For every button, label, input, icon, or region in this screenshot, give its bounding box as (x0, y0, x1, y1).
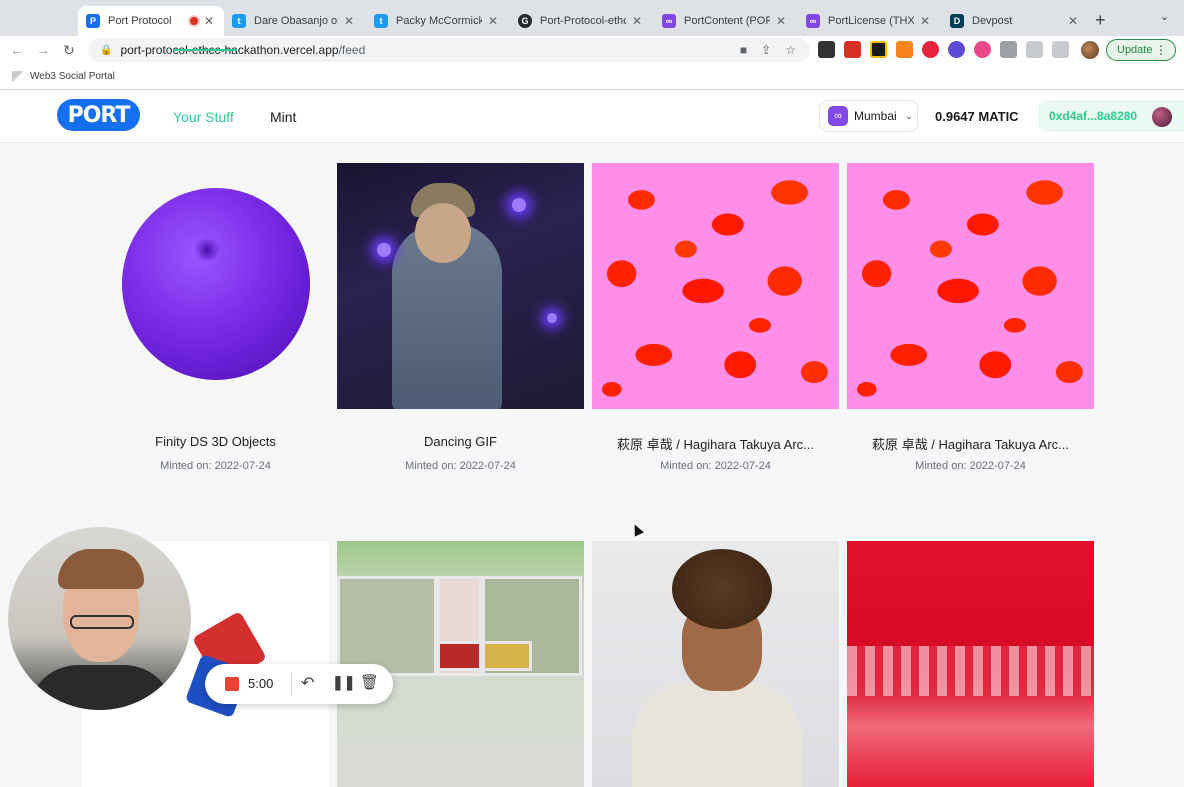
nft-title: 萩原 卓哉 / Hagihara Takuya Arc... (617, 437, 814, 452)
twitter-favicon-icon: t (232, 14, 246, 28)
adblock-icon[interactable] (922, 41, 939, 58)
tab-devpost[interactable]: D Devpost ✕ (942, 6, 1086, 36)
kid-shirt (632, 681, 802, 787)
wallet-balance: 0.9647 MATIC (935, 109, 1019, 124)
glow-stick (512, 198, 526, 212)
close-tab-icon[interactable]: ✕ (488, 14, 498, 28)
chevron-down-icon: ⌄ (904, 110, 914, 122)
gif-head (415, 203, 471, 263)
port-logo[interactable]: PORT (57, 99, 140, 131)
glow-stick (547, 313, 557, 323)
close-tab-icon[interactable]: ✕ (920, 14, 930, 28)
building-window (337, 576, 437, 676)
extension-icon[interactable] (818, 41, 835, 58)
tab-search-chevron-icon[interactable]: ⌄ (1160, 10, 1169, 23)
recording-timer: 5:00 (248, 676, 274, 691)
polygon-icon: ∞ (828, 106, 848, 126)
nft-mint-date: Minted on: 2022-07-24 (405, 460, 516, 472)
close-tab-icon[interactable]: ✕ (776, 14, 786, 28)
tab-dare-obasanjo[interactable]: t Dare Obasanjo on T ✕ (224, 6, 366, 36)
recording-indicator-icon (190, 17, 198, 25)
active-tab-underline (173, 49, 237, 51)
wallet-avatar[interactable] (1152, 107, 1172, 127)
nav-your-stuff[interactable]: Your Stuff (173, 109, 234, 125)
pause-icon[interactable]: ❚❚ (332, 674, 355, 691)
twitter-favicon-icon: t (374, 14, 388, 28)
tab-port-protocol[interactable]: P Port Protocol ✕ (78, 6, 224, 36)
tab-packy-mccormick[interactable]: t Packy McCormick o ✕ (366, 6, 510, 36)
bookmark-star-icon[interactable]: ☆ (785, 43, 796, 57)
extension-icon[interactable] (974, 41, 991, 58)
reading-list-icon[interactable] (1026, 41, 1043, 58)
extensions-puzzle-icon[interactable] (1000, 41, 1017, 58)
webcam-hair (58, 549, 144, 589)
webcam-glasses (70, 615, 134, 629)
extension-icon[interactable] (948, 41, 965, 58)
red-abstract-band (847, 646, 1094, 696)
nav-mint[interactable]: Mint (270, 109, 296, 125)
profile-avatar[interactable] (1081, 41, 1099, 59)
bookmarks-bar: Web3 Social Portal (0, 64, 1184, 90)
glow-stick (377, 243, 391, 257)
stop-recording-icon[interactable] (225, 677, 239, 691)
restart-icon[interactable]: ↶ (301, 673, 314, 693)
mouse-cursor-icon (630, 522, 644, 537)
bookmark-web3-social-portal[interactable]: Web3 Social Portal (30, 71, 115, 82)
nft-mint-date: Minted on: 2022-07-24 (660, 460, 771, 472)
nft-title: 萩原 卓哉 / Hagihara Takuya Arc... (872, 437, 1069, 452)
tab-portlicense[interactable]: ∞ PortLicense (THX) ✕ (798, 6, 942, 36)
delete-icon[interactable]: 🗑 (360, 673, 379, 691)
kid-hair (672, 549, 772, 629)
nft-title: Dancing GIF (424, 434, 497, 449)
nft-image-dancing-gif[interactable] (337, 163, 584, 409)
nft-title: Finity DS 3D Objects (155, 434, 276, 449)
webcam-shirt (28, 665, 174, 710)
recorder-controls: 5:00 ↶ ❚❚ 🗑 (205, 664, 393, 704)
close-tab-icon[interactable]: ✕ (632, 14, 642, 28)
blob-dimple (192, 239, 222, 261)
extensions-bar (818, 41, 1069, 58)
camera-icon[interactable]: ■ (740, 43, 747, 57)
github-favicon-icon: G (518, 14, 532, 28)
nft-mint-date: Minted on: 2022-07-24 (160, 460, 271, 472)
nft-image-red-abstract[interactable] (847, 541, 1094, 787)
side-panel-icon[interactable] (1052, 41, 1069, 58)
forward-icon[interactable]: → (30, 42, 56, 58)
building-window (437, 641, 482, 671)
browser-tab-bar: P Port Protocol ✕ t Dare Obasanjo on T ✕… (0, 0, 1184, 36)
share-icon[interactable]: ⇪ (761, 43, 771, 57)
tab-portcontent[interactable]: ∞ PortContent (PORT ✕ (654, 6, 798, 36)
close-tab-icon[interactable]: ✕ (344, 14, 354, 28)
back-icon[interactable]: ← (4, 42, 30, 58)
reload-icon[interactable]: ↻ (56, 42, 82, 59)
nft-image-pattern[interactable] (592, 163, 839, 409)
close-tab-icon[interactable]: ✕ (204, 14, 214, 28)
bookmark-folder-icon (12, 70, 24, 83)
new-tab-icon[interactable]: + (1095, 10, 1106, 31)
polygonscan-favicon-icon: ∞ (662, 14, 676, 28)
devpost-favicon-icon: D (950, 14, 964, 28)
lock-icon: 🔒 (100, 44, 113, 56)
network-selector[interactable]: ∞ Mumbai ⌄ (819, 100, 918, 132)
app-header: PORT Your Stuff Mint ∞ Mumbai ⌄ 0.9647 M… (0, 91, 1184, 143)
tab-github-repo[interactable]: G Port-Protocol-ethc ✕ (510, 6, 654, 36)
divider (291, 672, 292, 696)
polygonscan-favicon-icon: ∞ (806, 14, 820, 28)
update-button[interactable]: Update ⋮ (1106, 39, 1176, 61)
port-favicon-icon: P (86, 14, 100, 28)
webcam-overlay[interactable] (8, 527, 191, 710)
metamask-icon[interactable] (896, 41, 913, 58)
purple-blob-shape (122, 188, 310, 380)
nft-mint-date: Minted on: 2022-07-24 (915, 460, 1026, 472)
extension-icon[interactable] (870, 41, 887, 58)
menu-kebab-icon[interactable]: ⋮ (1155, 43, 1167, 57)
building-window (482, 641, 532, 671)
nft-image-pattern[interactable] (847, 163, 1094, 409)
nft-image-kid[interactable] (592, 541, 839, 787)
nft-image-3d-blob[interactable] (92, 163, 339, 409)
extension-badge-icon[interactable] (844, 41, 861, 58)
close-tab-icon[interactable]: ✕ (1068, 14, 1078, 28)
